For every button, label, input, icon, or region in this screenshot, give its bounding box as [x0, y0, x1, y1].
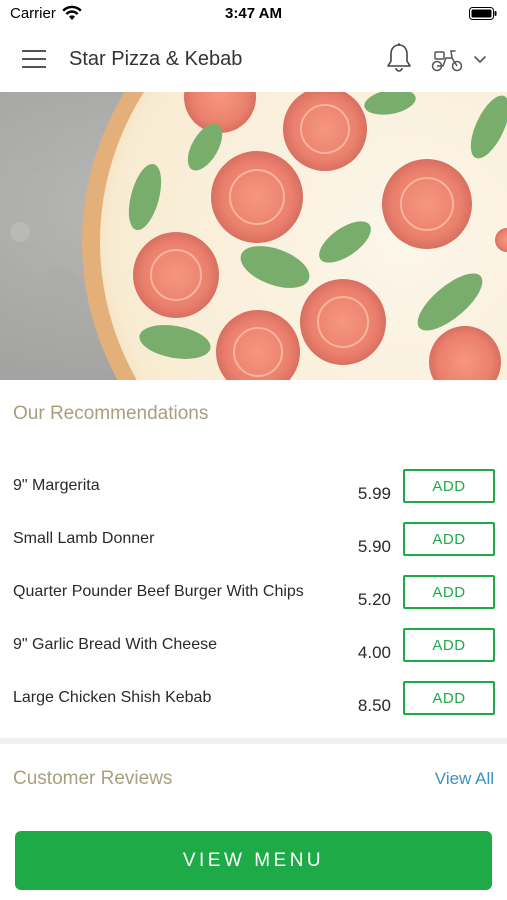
add-button[interactable]: ADD [403, 522, 495, 556]
item-name: 9" Garlic Bread With Cheese [13, 636, 217, 653]
recommendations-title: Our Recommendations [13, 403, 209, 424]
item-name: Small Lamb Donner [13, 530, 155, 547]
battery-icon [469, 7, 497, 20]
view-all-link[interactable]: View All [435, 769, 494, 789]
item-price: 8.50 [357, 696, 391, 715]
list-item: Quarter Pounder Beef Burger With Chips 5… [0, 575, 507, 628]
list-item: 9" Margerita 5.99 ADD [0, 469, 507, 522]
scooter-icon[interactable] [430, 46, 464, 74]
list-item: Large Chicken Shish Kebab 8.50 ADD [0, 681, 507, 734]
status-time: 3:47 AM [225, 5, 282, 22]
pizza-photo [0, 92, 507, 380]
item-name: Large Chicken Shish Kebab [13, 689, 212, 706]
item-price: 5.20 [357, 590, 391, 609]
item-name: Quarter Pounder Beef Burger With Chips [13, 583, 304, 600]
hero-image [0, 92, 507, 380]
item-price: 4.00 [357, 643, 391, 662]
add-button[interactable]: ADD [403, 681, 495, 715]
item-price: 5.90 [357, 537, 391, 556]
status-bar: Carrier 3:47 AM [0, 0, 507, 28]
reviews-title: Customer Reviews [13, 768, 173, 789]
app-header: Star Pizza & Kebab [0, 28, 507, 92]
item-name: 9" Margerita [13, 477, 100, 494]
section-divider [0, 738, 507, 744]
add-button[interactable]: ADD [403, 575, 495, 609]
item-price: 5.99 [357, 484, 391, 503]
add-button[interactable]: ADD [403, 628, 495, 662]
view-menu-button[interactable]: VIEW MENU [15, 831, 492, 890]
list-item: Small Lamb Donner 5.90 ADD [0, 522, 507, 575]
list-item: 9" Garlic Bread With Cheese 4.00 ADD [0, 628, 507, 681]
bell-icon[interactable] [385, 42, 413, 74]
restaurant-name: Star Pizza & Kebab [69, 48, 243, 70]
menu-icon[interactable] [22, 48, 48, 70]
chevron-down-icon[interactable] [472, 54, 488, 66]
add-button[interactable]: ADD [403, 469, 495, 503]
